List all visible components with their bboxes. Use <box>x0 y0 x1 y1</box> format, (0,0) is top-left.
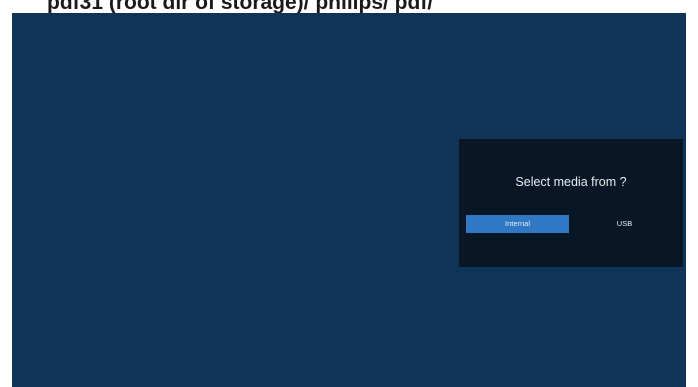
select-media-dialog: Select media from ? Internal USB <box>459 139 683 267</box>
internal-option-button[interactable]: Internal <box>466 215 569 233</box>
tv-screen: Select media from ? Internal USB <box>12 13 686 387</box>
page: pdf31 (root dir of storage)/ philips/ pd… <box>0 0 698 387</box>
dialog-title: Select media from ? <box>515 175 627 189</box>
usb-option-button[interactable]: USB <box>573 215 676 233</box>
